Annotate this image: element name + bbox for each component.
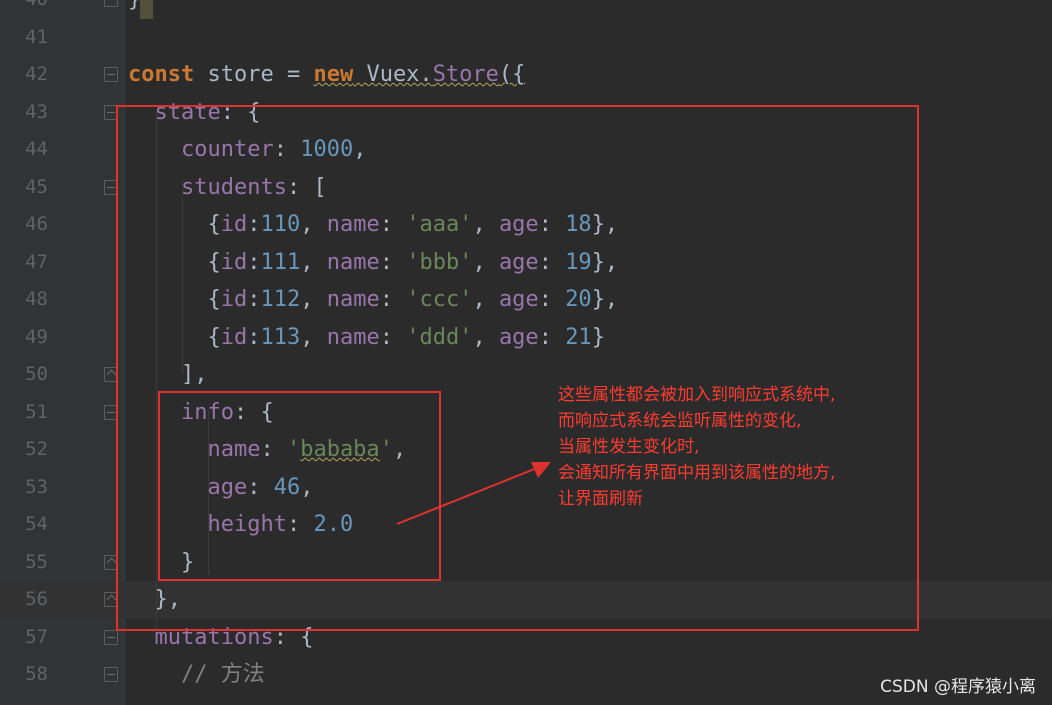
annotation-line: 这些属性都会被加入到响应式系统中, [558, 385, 836, 405]
annotation-line: 会通知所有界面中用到该属性的地方, [558, 463, 836, 483]
annotation-line: 让界面刷新 [558, 489, 643, 509]
annotation-line: 当属性发生变化时, [558, 437, 700, 457]
annotation-arrow [396, 462, 551, 525]
watermark: CSDN @程序猿小离 [880, 677, 1036, 697]
annotation-line: 而响应式系统会监听属性的变化, [558, 411, 802, 431]
annotation-text: 这些属性都会被加入到响应式系统中, 而响应式系统会监听属性的变化, 当属性发生变… [558, 382, 888, 512]
